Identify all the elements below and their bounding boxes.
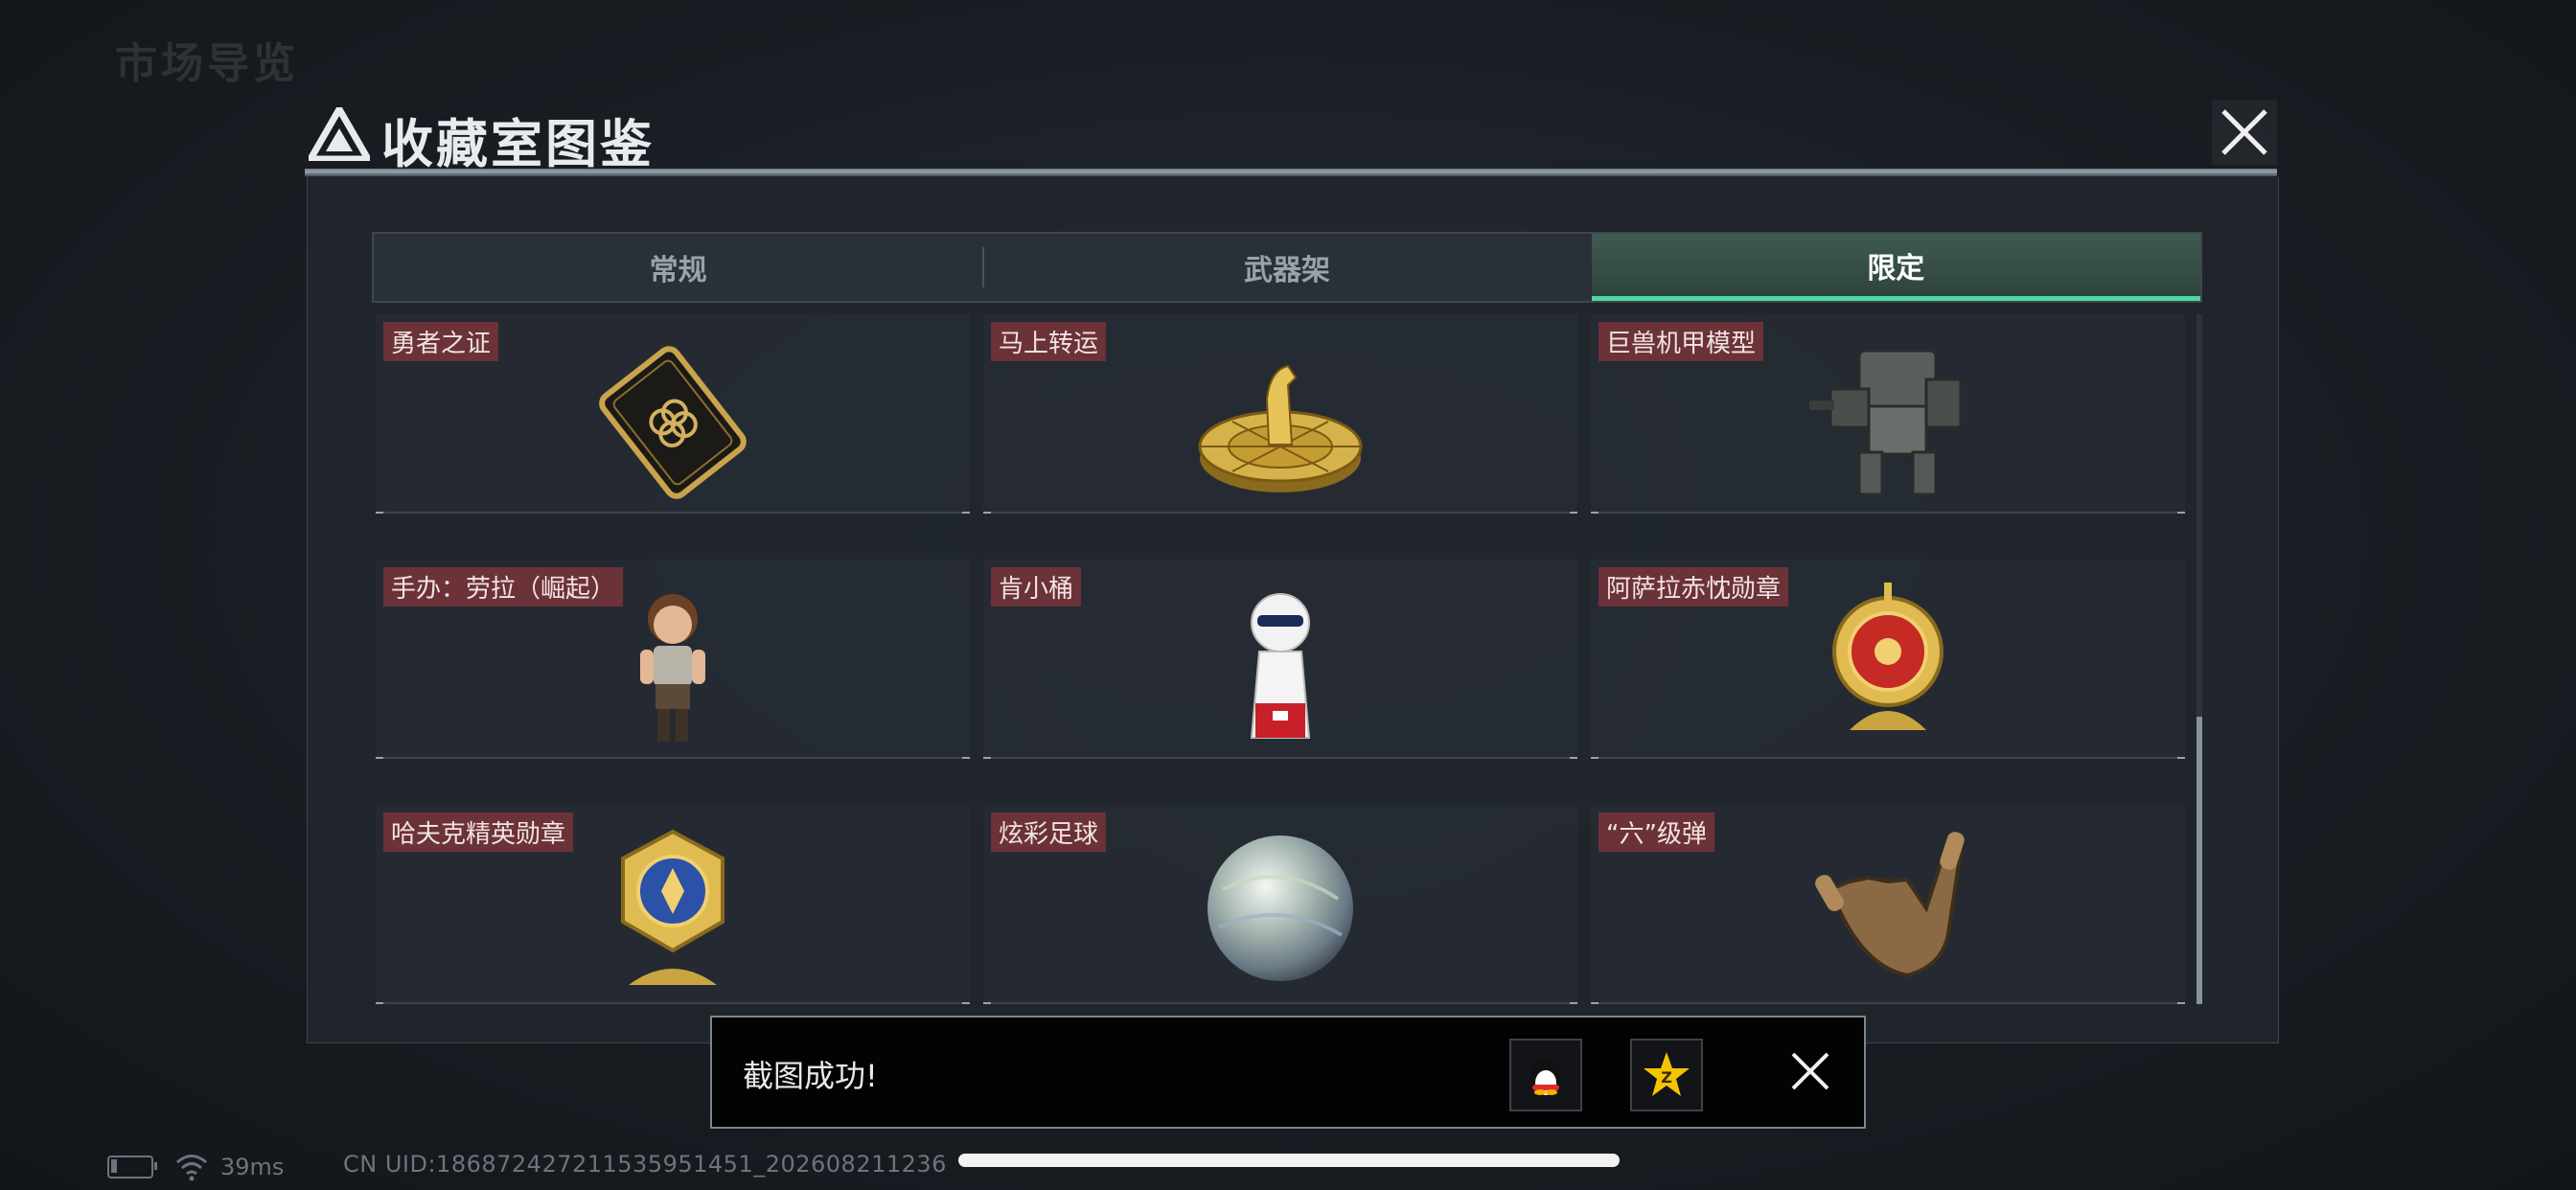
tab-limited[interactable]: 限定 — [1591, 234, 2200, 301]
svg-text:Z: Z — [1661, 1068, 1672, 1087]
dialog-title: 收藏室图鉴 — [381, 114, 655, 174]
item-card[interactable]: 阿萨拉赤忱勋章 — [1591, 560, 2185, 759]
close-icon — [2221, 109, 2267, 155]
item-name: 巨兽机甲模型 — [1598, 322, 1764, 361]
figure-icon — [640, 594, 705, 742]
item-card[interactable]: “六”级弹 — [1591, 805, 2185, 1004]
item-card[interactable]: 手办：劳拉（崛起） — [376, 560, 970, 759]
grid-scrollbar[interactable] — [2196, 314, 2202, 1004]
tab-regular[interactable]: 常规 — [374, 234, 982, 301]
close-icon — [1791, 1052, 1829, 1090]
item-name: 炫彩足球 — [991, 812, 1107, 852]
medal-red-icon — [1832, 583, 1944, 730]
item-card[interactable]: 马上转运 — [983, 314, 1577, 514]
item-name: 阿萨拉赤忱勋章 — [1598, 567, 1789, 606]
toast-close-button[interactable] — [1782, 1042, 1839, 1100]
background-back-label: 市场导览 — [115, 39, 299, 88]
item-card[interactable]: 哈夫克精英勋章 — [376, 805, 970, 1004]
medal-blue-icon — [621, 829, 724, 985]
ping-value: 39ms — [220, 1154, 285, 1180]
mech-model-icon — [1809, 349, 1963, 496]
status-bar: 39ms — [107, 1148, 284, 1186]
wifi-icon — [176, 1155, 207, 1181]
item-name: 马上转运 — [991, 322, 1107, 361]
header-divider — [305, 169, 2277, 176]
card-icon — [599, 346, 747, 499]
kfc-figure-icon — [1250, 593, 1311, 739]
close-button[interactable] — [2212, 100, 2277, 165]
item-card[interactable]: 肯小桶 — [983, 560, 1577, 759]
item-card[interactable]: 巨兽机甲模型 — [1591, 314, 2185, 514]
item-name: 勇者之证 — [383, 322, 499, 361]
horse-wheel-icon — [1198, 364, 1363, 492]
hand-bullet-icon — [1815, 832, 1965, 978]
category-tabs: 常规 武器架 限定 — [372, 232, 2202, 303]
item-name: “六”级弹 — [1598, 812, 1714, 852]
football-icon — [1208, 835, 1353, 981]
item-card[interactable]: 勇者之证 — [376, 314, 970, 514]
item-name: 哈夫克精英勋章 — [383, 812, 574, 852]
share-qzone-button[interactable]: Z — [1630, 1039, 1703, 1111]
battery-icon — [107, 1156, 157, 1179]
qzone-icon: Z — [1644, 1052, 1690, 1096]
dialog-header: 收藏室图鉴 — [305, 96, 2277, 174]
share-qq-button[interactable] — [1509, 1039, 1582, 1111]
triangle-logo-icon — [309, 107, 370, 161]
toast-message: 截图成功! — [743, 1058, 878, 1094]
scrollbar-thumb[interactable] — [2196, 717, 2202, 1004]
home-indicator[interactable] — [958, 1154, 1620, 1167]
item-name: 肯小桶 — [991, 567, 1082, 606]
qq-icon — [1530, 1058, 1561, 1096]
tab-weapon-rack[interactable]: 武器架 — [982, 234, 1591, 301]
screenshot-toast: 截图成功! Z — [710, 1016, 1866, 1129]
item-card[interactable]: 炫彩足球 — [983, 805, 1577, 1004]
user-uid: CN UID:1868724272115359514​51_2026082112… — [343, 1151, 947, 1178]
